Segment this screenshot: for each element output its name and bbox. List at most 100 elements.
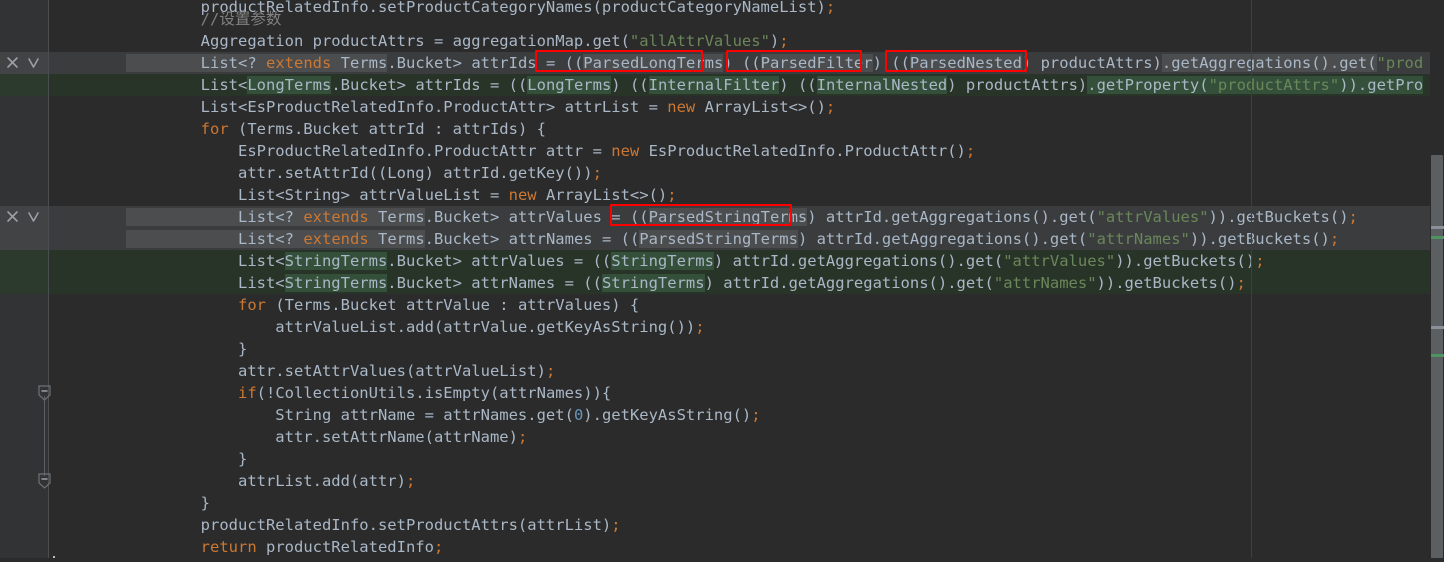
code-token: ; [1236, 274, 1246, 292]
code-editor[interactable]: productRelatedInfo.setProductCategoryNam… [0, 0, 1444, 562]
code-line[interactable]: } [126, 338, 247, 360]
code-line[interactable]: attrValueList.add(attrValue.getKeyAsStri… [126, 316, 704, 338]
scrollbar-thumb[interactable] [1431, 155, 1443, 562]
code-token: ; [825, 0, 836, 16]
code-token: ) productAttrs) [947, 76, 1088, 94]
code-line[interactable]: //设置参数 [126, 8, 282, 30]
scrollbar-diff-marker[interactable] [1431, 236, 1444, 239]
reject-change-icon[interactable] [2, 206, 23, 227]
code-token: //设置参数 [200, 10, 282, 28]
code-token: (!CollectionUtils.isEmpty(attrNames)){ [256, 384, 612, 402]
code-token: )).getBuckets() [1208, 208, 1349, 226]
code-token: "productAttrs" [1208, 76, 1340, 94]
code-token: ) (( [611, 76, 649, 94]
code-token: ).getKeyAsString() [583, 406, 752, 424]
code-token: List< [126, 76, 248, 94]
gutter-diff-band-inner [49, 272, 126, 294]
gutter-diff-band-inner [49, 206, 126, 228]
code-token: if [237, 384, 257, 402]
code-token: StringTerms [284, 252, 388, 270]
code-line[interactable]: List<? extends Terms.Bucket> attrValues … [126, 206, 1358, 228]
code-token: )).getBuckets() [1115, 252, 1256, 270]
code-line[interactable]: List<StringTerms.Bucket> attrValues = ((… [126, 250, 1265, 272]
gutter-diff-band [0, 272, 48, 294]
gutter-diff-band-inner [49, 52, 126, 74]
fold-connector-line [44, 396, 45, 476]
code-line[interactable]: List<LongTerms.Bucket> attrIds = ((LongT… [126, 74, 1424, 96]
code-text-area[interactable]: productRelatedInfo.setProductCategoryNam… [126, 0, 1444, 562]
code-line[interactable]: attrList.add(attr); [126, 470, 415, 492]
code-line[interactable]: for (Terms.Bucket attrId : attrIds) { [126, 118, 546, 140]
code-token: ParsedLongTerms [583, 54, 724, 72]
code-token: ) (( [723, 54, 761, 72]
code-token: List<? [126, 208, 294, 226]
code-line[interactable]: EsProductRelatedInfo.ProductAttr attr = … [126, 140, 975, 162]
accept-change-icon[interactable] [23, 206, 44, 227]
code-token: ) attrId.getAggregations().get( [704, 274, 994, 292]
code-token: } [126, 340, 248, 358]
code-line[interactable]: attr.setAttrValues(attrValueList); [126, 360, 555, 382]
code-token: EsProductRelatedInfo.ProductAttr attr = [126, 142, 612, 160]
code-line[interactable]: } [126, 448, 247, 470]
scrollbar-diff-marker[interactable] [1431, 354, 1444, 357]
vertical-scrollbar[interactable] [1430, 0, 1444, 562]
code-line[interactable]: return productRelatedInfo; [126, 536, 444, 558]
code-token: )).getBuckets() [1189, 230, 1330, 248]
code-line[interactable]: List<StringTerms.Bucket> attrNames = ((S… [126, 272, 1246, 294]
code-token: ) attrId.getAggregations().get( [713, 252, 1004, 270]
code-line[interactable]: String attrName = attrNames.get(0).getKe… [126, 404, 760, 426]
code-token: new [667, 98, 696, 116]
code-line[interactable]: List<EsProductRelatedInfo.ProductAttr> a… [126, 96, 836, 118]
code-token: extends [303, 230, 369, 248]
code-token: "prod [1376, 54, 1424, 72]
code-token: "attrNames" [1087, 230, 1190, 248]
code-token: List<? [126, 230, 294, 248]
code-token: attr.setAttrValues(attrValueList) [126, 362, 546, 380]
code-token: ; [1255, 252, 1265, 270]
code-line[interactable]: List<? extends Terms.Bucket> attrNames =… [126, 228, 1339, 250]
code-line[interactable]: } [126, 492, 210, 514]
code-line[interactable]: List<? extends Terms.Bucket> attrIds = (… [126, 52, 1423, 74]
code-token: ; [405, 472, 416, 490]
code-token: .getAggregations().get( [1161, 54, 1377, 72]
code-line[interactable]: Aggregation productAttrs = aggregationMa… [126, 30, 789, 52]
bottom-edge-sliver [0, 558, 1444, 562]
code-token: } [126, 450, 248, 468]
code-line[interactable]: if(!CollectionUtils.isEmpty(attrNames)){ [126, 382, 611, 404]
code-token: extends [303, 208, 369, 226]
diff-chunk-action-group[interactable] [0, 51, 48, 73]
code-token: List<EsProductRelatedInfo.ProductAttr> a… [126, 98, 668, 116]
code-line[interactable]: for (Terms.Bucket attrValue : attrValues… [126, 294, 639, 316]
code-token: .Bucket> attrNames = (( [424, 230, 640, 248]
code-token: ParsedNested [909, 54, 1022, 72]
code-fold-marker-icon[interactable] [38, 385, 51, 401]
code-fold-marker-icon[interactable] [38, 473, 51, 489]
gutter-diff-band [0, 74, 48, 96]
code-token: "attrValues" [1003, 252, 1116, 270]
code-token: "allAttrValues" [629, 32, 770, 50]
code-token: ArrayList<>() [536, 186, 668, 204]
code-token: return [200, 538, 257, 556]
reject-change-icon[interactable] [2, 52, 23, 73]
code-token: attr.setAttrName(attrName) [126, 428, 518, 446]
code-line[interactable]: attr.setAttrName(attrName); [126, 426, 527, 448]
scrollbar-diff-marker[interactable] [1431, 326, 1444, 329]
scrollbar-diff-marker[interactable] [1431, 226, 1444, 229]
code-token: ; [592, 164, 602, 182]
code-token: )) [1339, 76, 1358, 94]
code-token: ParsedFilter [760, 54, 873, 72]
code-token: ) (( [872, 54, 910, 72]
code-token: List< [126, 252, 285, 270]
code-line[interactable]: List<String> attrValueList = new ArrayLi… [126, 184, 677, 206]
accept-change-icon[interactable] [23, 52, 44, 73]
diff-chunk-action-group[interactable] [0, 205, 48, 227]
code-token: InternalNested [816, 76, 948, 94]
code-token: ParsedStringTerms [648, 208, 808, 226]
gutter-diff-band-inner [49, 74, 126, 96]
code-line[interactable]: productRelatedInfo.setProductAttrs(attrL… [126, 514, 621, 536]
code-line[interactable]: attr.setAttrId((Long) attrId.getKey()); [126, 162, 602, 184]
